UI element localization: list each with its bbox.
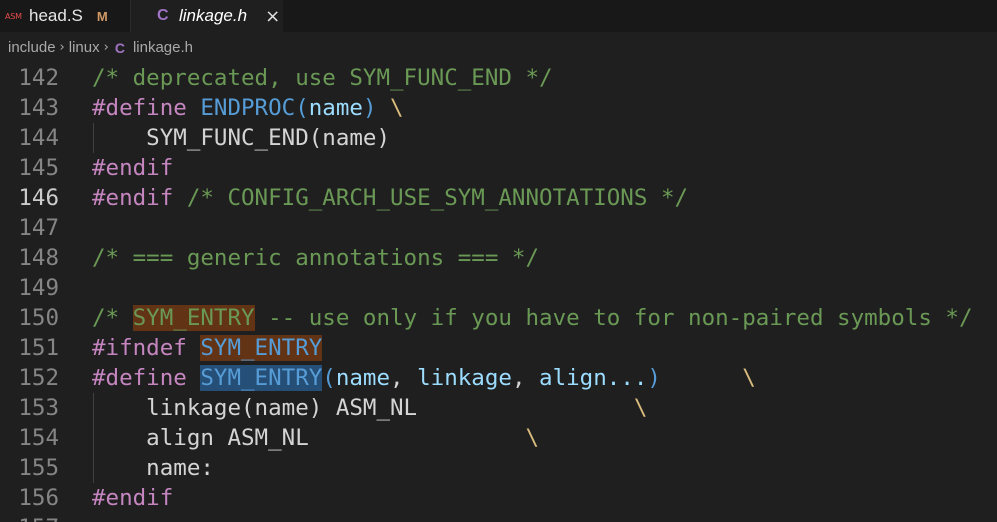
close-icon[interactable]: × — [265, 6, 280, 27]
code-token: \ — [390, 95, 404, 121]
line-number: 142 — [18, 65, 59, 91]
code-text: #define ENDPROC(name) \ — [92, 93, 404, 123]
code-line[interactable]: 146 #endif /* CONFIG_ARCH_USE_SYM_ANNOTAT… — [0, 183, 997, 213]
code-text: align ASM_NL \ — [92, 423, 539, 453]
code-token: ( — [322, 365, 336, 391]
code-token: align... — [539, 365, 648, 391]
code-token: name — [335, 365, 391, 391]
code-line[interactable]: 149 — [0, 273, 997, 303]
code-token: ) — [362, 95, 377, 121]
code-text: SYM_FUNC_END(name) — [92, 123, 390, 153]
code-token: linkage — [417, 365, 512, 391]
code-text: /* SYM_ENTRY -- use only if you have to … — [92, 303, 973, 333]
code-token: linkage(name) ASM_NL — [92, 395, 634, 421]
code-line[interactable]: 142 /* deprecated, use SYM_FUNC_END */ — [0, 63, 997, 93]
code-token: name — [308, 95, 363, 121]
code-token: ) — [647, 365, 661, 391]
code-token: #endif — [92, 185, 187, 211]
code-token: SYM_FUNC_END(name) — [92, 125, 391, 151]
code-text: #endif /* CONFIG_ARCH_USE_SYM_ANNOTATION… — [92, 183, 688, 213]
breadcrumb-include[interactable]: include — [8, 39, 56, 56]
chevron-right-icon: › — [103, 40, 109, 55]
code-text: linkage(name) ASM_NL \ — [92, 393, 647, 423]
breadcrumb-linux[interactable]: linux — [69, 39, 100, 56]
code-token: #define — [92, 95, 201, 121]
line-number: 143 — [18, 95, 59, 121]
code-token: #ifndef — [92, 335, 201, 361]
line-number: 153 — [18, 395, 59, 421]
code-line[interactable]: 151 #ifndef SYM_ENTRY — [0, 333, 997, 363]
line-number: 147 — [18, 215, 59, 241]
code-line[interactable]: 147 — [0, 213, 997, 243]
code-line[interactable]: 154 align ASM_NL \ — [0, 423, 997, 453]
code-token: #endif — [92, 485, 174, 511]
code-token: \ — [633, 395, 648, 421]
breadcrumb: include › linux › C linkage.h — [0, 32, 997, 63]
line-number: 151 — [18, 335, 59, 361]
code-text: /* === generic annotations === */ — [92, 243, 539, 273]
line-number: 155 — [18, 455, 59, 481]
line-number: 145 — [18, 155, 59, 181]
code-line[interactable]: 153 linkage(name) ASM_NL \ — [0, 393, 997, 423]
code-token: \ — [742, 365, 756, 391]
code-editor[interactable]: 142/* deprecated, use SYM_FUNC_END */143… — [0, 63, 997, 522]
code-token: /* === generic annotations === */ — [92, 245, 540, 271]
line-number: 152 — [18, 365, 59, 391]
code-line[interactable]: 143 #define ENDPROC(name) \ — [0, 93, 997, 123]
tab-linkage-h[interactable]: C linkage.h × — [131, 0, 283, 32]
code-text: #define SYM_ENTRY(name, linkage, align..… — [92, 363, 756, 393]
code-token: , — [390, 365, 418, 391]
code-token: /* CONFIG_ARCH_USE_SYM_ANNOTATIONS */ — [186, 185, 689, 211]
code-token: align ASM_NL — [92, 425, 526, 451]
code-text: name: — [92, 453, 214, 483]
code-token: #define — [92, 365, 201, 391]
highlighted-token: SYM_ENTRY — [200, 365, 323, 391]
tab-label: head.S — [29, 6, 83, 25]
code-text: /* deprecated, use SYM_FUNC_END */ — [92, 63, 553, 93]
code-line[interactable]: 145 #endif — [0, 153, 997, 183]
code-token: /* — [92, 305, 133, 331]
line-number: 144 — [18, 125, 59, 151]
code-token: ENDPROC — [200, 95, 296, 121]
code-token: #endif — [92, 155, 174, 181]
code-text: #ifndef SYM_ENTRY — [92, 333, 323, 363]
line-number: 150 — [18, 305, 59, 331]
code-token: name: — [92, 455, 214, 481]
code-line[interactable]: 157 — [0, 513, 997, 522]
c-file-icon: C — [114, 39, 125, 56]
highlighted-token: SYM_ENTRY — [200, 335, 323, 361]
modified-badge: M — [96, 8, 108, 24]
chevron-right-icon: › — [59, 40, 65, 55]
highlighted-token: SYM_ENTRY — [132, 305, 255, 331]
code-token: -- use only if you have to for non-paire… — [254, 305, 973, 331]
breadcrumb-file[interactable]: linkage.h — [133, 39, 193, 56]
line-number: 157 — [0, 513, 59, 522]
line-number: 154 — [18, 425, 59, 451]
code-line[interactable]: 150 /* SYM_ENTRY -- use only if you have … — [0, 303, 997, 333]
tab-head-s[interactable]: ASM head.S M — [0, 0, 131, 32]
tab-label: linkage.h — [179, 6, 248, 25]
code-line[interactable]: 155 name: — [0, 453, 997, 483]
code-token: /* deprecated, use SYM_FUNC_END */ — [92, 65, 553, 91]
code-line[interactable]: 148 /* === generic annotations === */ — [0, 243, 997, 273]
code-line[interactable]: 144 SYM_FUNC_END(name) — [0, 123, 997, 153]
code-text: #endif — [92, 483, 173, 513]
c-file-icon: C — [157, 7, 169, 24]
line-number: 148 — [18, 245, 59, 271]
line-number: 156 — [18, 485, 59, 511]
code-line[interactable]: 156 #endif — [0, 483, 997, 513]
code-token: \ — [525, 425, 540, 451]
code-token: , — [511, 365, 540, 391]
tab-bar: ASM head.S M C linkage.h × — [0, 0, 997, 32]
line-number: 146 — [18, 185, 59, 211]
code-token: ( — [295, 95, 309, 121]
asm-file-icon: ASM — [5, 11, 22, 21]
code-text: #endif — [92, 153, 173, 183]
line-number: 149 — [18, 275, 59, 301]
code-line[interactable]: 152 #define SYM_ENTRY(name, linkage, alig… — [0, 363, 997, 393]
